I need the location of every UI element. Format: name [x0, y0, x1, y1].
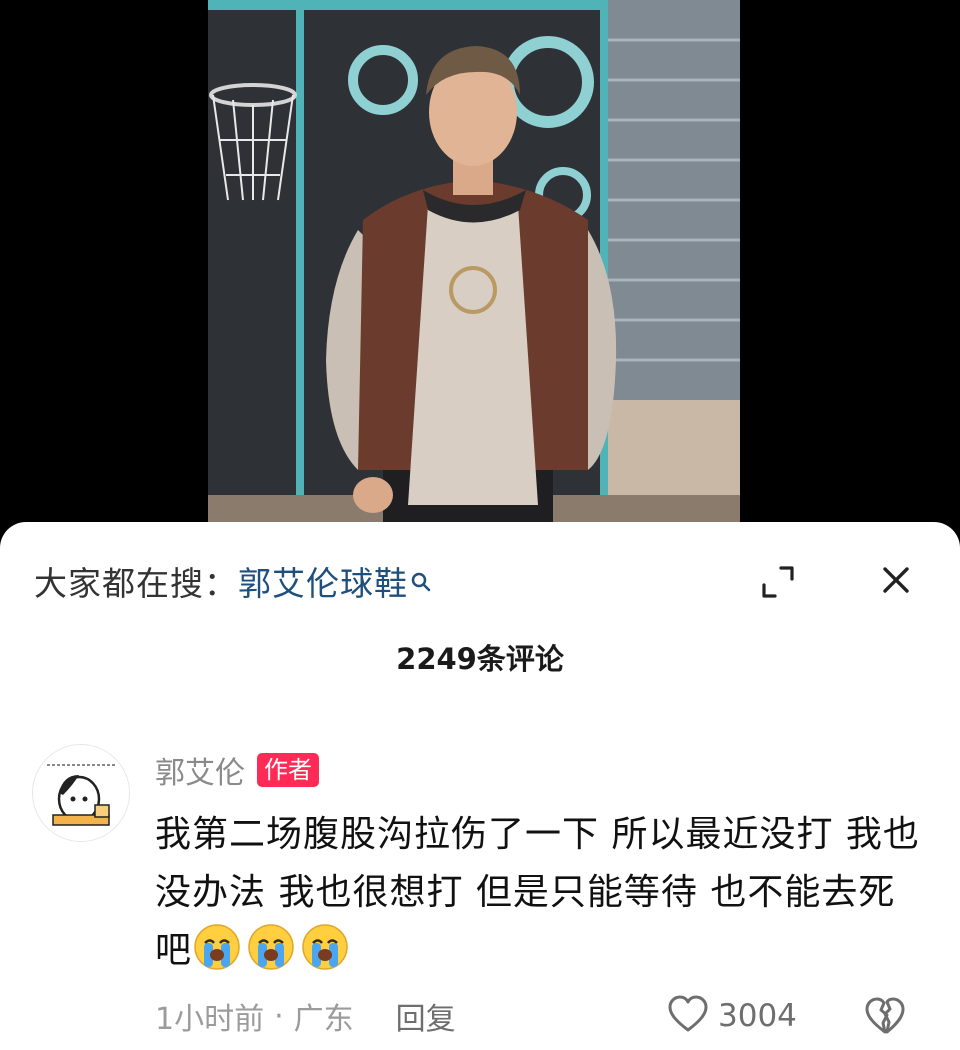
search-icon — [410, 562, 432, 592]
comment-time: 1小时前 — [155, 1002, 265, 1037]
comment-meta: 1小时前 · 广东 回复 — [155, 994, 456, 1038]
close-icon[interactable] — [876, 560, 916, 600]
heart-outline-icon — [666, 994, 710, 1038]
avatar-cartoon-image — [33, 745, 129, 841]
like-button[interactable]: 3004 — [666, 992, 797, 1040]
loudly-crying-face-icon — [300, 922, 350, 972]
loudly-crying-face-icon — [246, 922, 296, 972]
search-suggestion[interactable]: 大家都在搜： 郭艾伦球鞋 — [34, 556, 432, 606]
video-player[interactable] — [208, 0, 740, 522]
like-count: 3004 — [718, 998, 797, 1034]
avatar[interactable] — [32, 744, 130, 842]
app-screen: 大家都在搜： 郭艾伦球鞋 2249条评论 郭艾伦 作者 我第二场腹股沟拉伤了一下… — [0, 0, 960, 1050]
broken-heart-icon[interactable] — [863, 994, 907, 1038]
author-badge: 作者 — [257, 753, 319, 787]
search-suggestion-prefix: 大家都在搜： — [34, 564, 238, 603]
search-suggestion-term[interactable]: 郭艾伦球鞋 — [238, 557, 408, 605]
reply-button[interactable]: 回复 — [396, 994, 456, 1038]
video-frame-image — [208, 0, 740, 522]
comment-author-name[interactable]: 郭艾伦 — [155, 748, 245, 792]
meta-separator: · — [274, 998, 284, 1034]
comment-count-title: 2249条评论 — [396, 642, 564, 676]
expand-icon[interactable] — [758, 562, 798, 602]
loudly-crying-face-icon — [192, 922, 242, 972]
comment-location: 广东 — [293, 1002, 354, 1037]
comment-sheet: 大家都在搜： 郭艾伦球鞋 2249条评论 郭艾伦 作者 我第二场腹股沟拉伤了一下… — [0, 522, 960, 1050]
comment-body: 我第二场腹股沟拉伤了一下 所以最近没打 我也没办法 我也很想打 但是只能等待 也… — [155, 806, 925, 980]
comment-author-row: 郭艾伦 作者 — [155, 748, 319, 792]
